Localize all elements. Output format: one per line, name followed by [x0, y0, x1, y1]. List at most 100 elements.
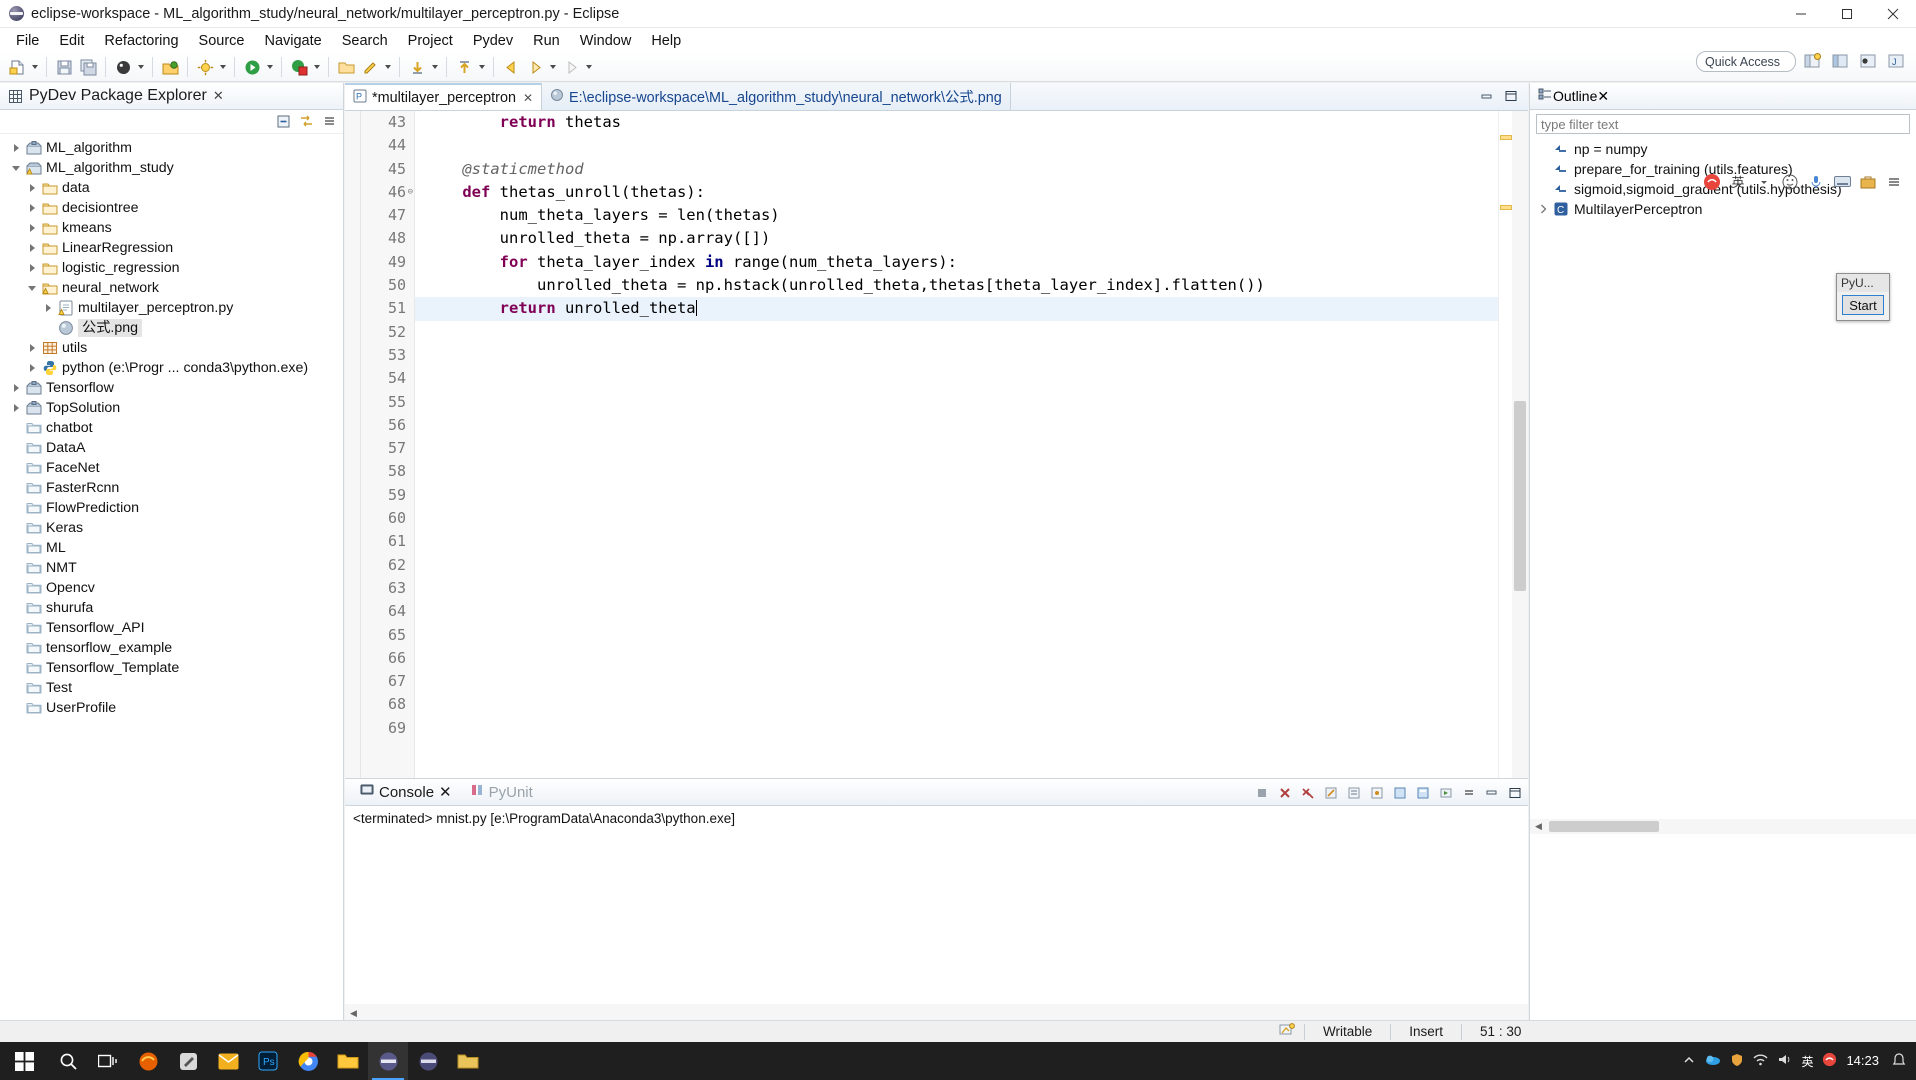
tree-item[interactable]: chatbot: [0, 418, 343, 438]
editor-tab-multilayer-perceptron[interactable]: P *multilayer_perceptron ✕: [345, 83, 543, 110]
pydev-dropdown-icon[interactable]: [382, 55, 394, 79]
run-icon[interactable]: [240, 55, 264, 79]
code-line[interactable]: [415, 460, 1528, 483]
tree-item[interactable]: NMT: [0, 558, 343, 578]
show-console-icon[interactable]: [1390, 783, 1409, 802]
explorer-icon[interactable]: [328, 1042, 368, 1080]
tree-item[interactable]: data: [0, 178, 343, 198]
tree-item[interactable]: TopSolution: [0, 398, 343, 418]
chevron-right-icon[interactable]: [40, 300, 56, 316]
open-resource-icon[interactable]: [158, 55, 182, 79]
code-editor[interactable]: 43 44 45 46 ⊖ 47 48 49 50 51 52 53 54 55 56 57 58 59 60 61 6…: [345, 111, 1528, 778]
eclipse-icon[interactable]: [368, 1042, 408, 1080]
keyboard-icon[interactable]: [1832, 172, 1852, 192]
chevron-down-icon[interactable]: [24, 280, 40, 296]
new-file-icon[interactable]: [5, 55, 29, 79]
save-all-icon[interactable]: [76, 55, 100, 79]
code-line[interactable]: return unrolled_theta: [415, 297, 1528, 321]
code-line[interactable]: [415, 484, 1528, 507]
remove-launch-icon[interactable]: [1275, 783, 1294, 802]
folder-icon[interactable]: [448, 1042, 488, 1080]
outline-item[interactable]: C MultilayerPerceptron: [1530, 199, 1916, 219]
display-selected-icon[interactable]: [1413, 783, 1432, 802]
task-view-icon[interactable]: [88, 1042, 128, 1080]
menu-project[interactable]: Project: [398, 31, 463, 51]
build-icon[interactable]: [193, 55, 217, 79]
search-icon[interactable]: [48, 1042, 88, 1080]
shield-icon[interactable]: [1730, 1053, 1744, 1070]
open-console-icon[interactable]: [1436, 783, 1455, 802]
forward-nav-dropdown-icon[interactable]: [583, 55, 595, 79]
tree-item[interactable]: ML: [0, 538, 343, 558]
forward-dropdown-icon[interactable]: [547, 55, 559, 79]
code-line[interactable]: [415, 624, 1528, 647]
close-icon[interactable]: ✕: [213, 88, 224, 104]
code-line[interactable]: [415, 344, 1528, 367]
minimize-icon[interactable]: [1480, 89, 1494, 105]
menu-file[interactable]: File: [6, 31, 49, 51]
chevron-right-icon[interactable]: [24, 340, 40, 356]
code-line[interactable]: @staticmethod: [415, 158, 1528, 181]
code-line[interactable]: [415, 670, 1528, 693]
menu-refactoring[interactable]: Refactoring: [94, 31, 188, 51]
run-dropdown-icon[interactable]: [264, 55, 276, 79]
chevron-right-icon[interactable]: [8, 140, 24, 156]
project-tree[interactable]: ML_algorithm ML_algorithm_study data decisi…: [0, 134, 343, 718]
code-line[interactable]: [415, 391, 1528, 414]
save-icon[interactable]: [52, 55, 76, 79]
scrollbar-thumb[interactable]: [1549, 821, 1659, 832]
chevron-right-icon[interactable]: [8, 400, 24, 416]
forward-icon[interactable]: [523, 55, 547, 79]
code-line[interactable]: [415, 693, 1528, 716]
tree-item[interactable]: logistic_regression: [0, 258, 343, 278]
dropdown-icon[interactable]: [1754, 172, 1774, 192]
scroll-left-icon[interactable]: ◀: [345, 1008, 362, 1019]
close-icon[interactable]: ✕: [439, 783, 452, 801]
chevron-right-icon[interactable]: [24, 360, 40, 376]
code-line[interactable]: [415, 577, 1528, 600]
debug-icon[interactable]: [111, 55, 135, 79]
chevron-right-icon[interactable]: [24, 200, 40, 216]
terminate-icon[interactable]: [1252, 783, 1271, 802]
open-perspective-icon[interactable]: [1800, 50, 1824, 72]
back-icon[interactable]: [499, 55, 523, 79]
pydev-perspective-icon[interactable]: [1828, 50, 1852, 72]
sogou-ime-icon[interactable]: [1702, 172, 1722, 192]
tree-item[interactable]: decisiontree: [0, 198, 343, 218]
maximize-button[interactable]: [1824, 0, 1870, 28]
taskbar-clock[interactable]: 14:23: [1846, 1054, 1883, 1068]
network-icon[interactable]: [1753, 1053, 1768, 1069]
fold-marker-icon[interactable]: ⊖: [408, 181, 413, 204]
next-annotation-icon[interactable]: [405, 55, 429, 79]
chevron-right-icon[interactable]: [8, 380, 24, 396]
code-line[interactable]: [415, 507, 1528, 530]
chevron-right-icon[interactable]: [24, 260, 40, 276]
previous-annotation-dropdown-icon[interactable]: [476, 55, 488, 79]
outline-filter-input[interactable]: type filter text: [1536, 114, 1910, 134]
tree-item[interactable]: tensorflow_example: [0, 638, 343, 658]
editor-tab-formula-png[interactable]: E:\eclipse-workspace\ML_algorithm_study\…: [542, 83, 1011, 110]
coverage-dropdown-icon[interactable]: [311, 55, 323, 79]
ps-icon[interactable]: Ps: [248, 1042, 288, 1080]
mic-icon[interactable]: [1806, 172, 1826, 192]
scroll-lock-icon[interactable]: [1344, 783, 1363, 802]
tab-pyunit[interactable]: PyUnit: [461, 783, 542, 801]
package-explorer-tab[interactable]: PyDev Package Explorer ✕: [0, 83, 343, 110]
maximize-icon[interactable]: [1505, 783, 1524, 802]
menu-source[interactable]: Source: [189, 31, 255, 51]
tree-item[interactable]: FaceNet: [0, 458, 343, 478]
menu-search[interactable]: Search: [332, 31, 398, 51]
menu-run[interactable]: Run: [523, 31, 570, 51]
menu-pydev[interactable]: Pydev: [463, 31, 523, 51]
code-line[interactable]: unrolled_theta = np.hstack(unrolled_thet…: [415, 274, 1528, 297]
open-folder-icon[interactable]: [334, 55, 358, 79]
close-icon[interactable]: ✕: [523, 91, 533, 105]
close-button[interactable]: [1870, 0, 1916, 28]
chevron-right-icon[interactable]: [24, 240, 40, 256]
windows-start-icon[interactable]: [0, 1042, 48, 1080]
eclipse2-icon[interactable]: [408, 1042, 448, 1080]
code-line[interactable]: [415, 414, 1528, 437]
code-text[interactable]: return thetas @staticmethod def thetas_u…: [415, 111, 1528, 778]
tree-item[interactable]: Tensorflow_Template: [0, 658, 343, 678]
tree-item[interactable]: shurufa: [0, 598, 343, 618]
